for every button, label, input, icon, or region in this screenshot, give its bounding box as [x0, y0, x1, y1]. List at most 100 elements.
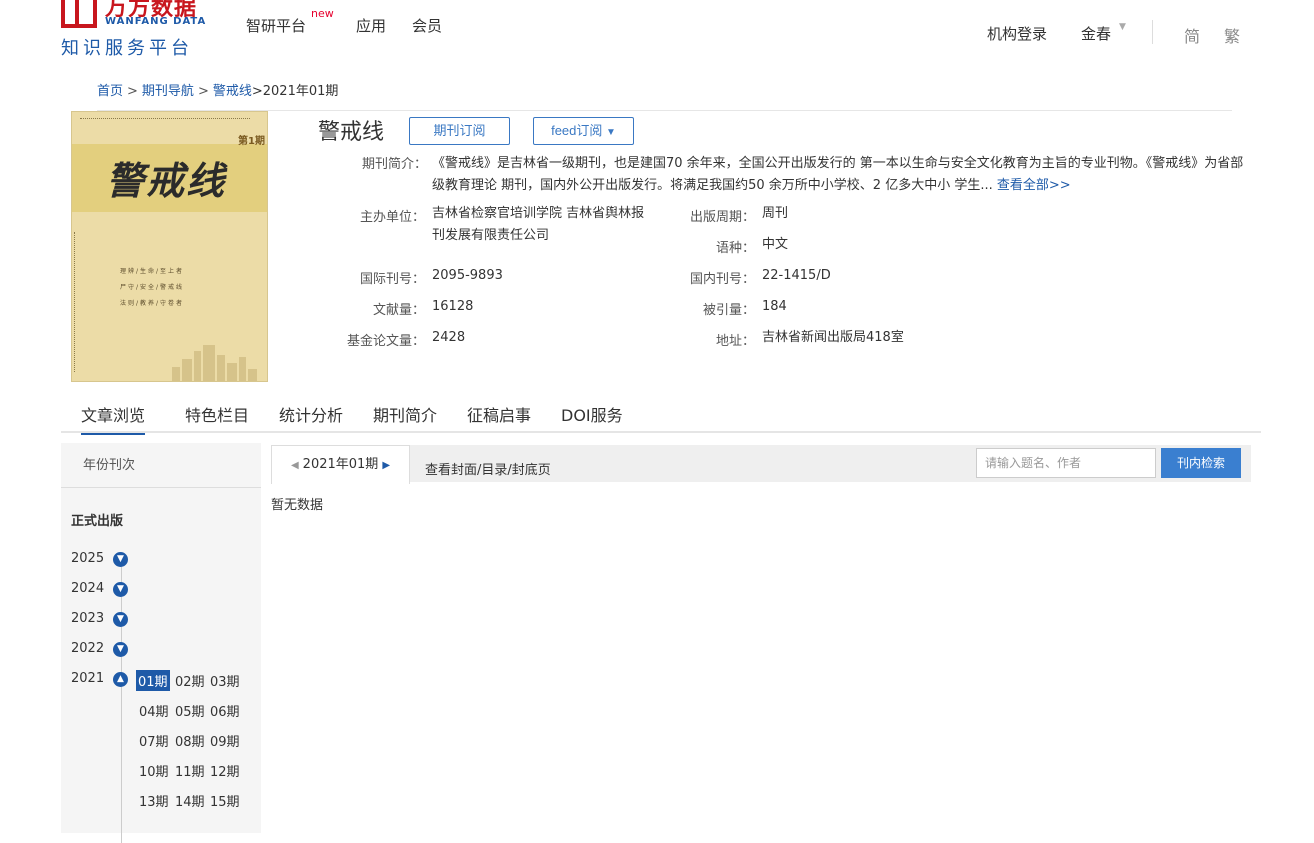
nav-zhiyan[interactable]: 智研平台: [246, 15, 306, 36]
field-value-issn: 2095-9893: [432, 268, 503, 283]
feed-label: feed订阅: [551, 123, 603, 138]
wanfang-logo[interactable]: 万方数据 WANFANG DATA 知识服务平台: [61, 0, 221, 59]
field-label: 基金论文量：: [346, 334, 425, 349]
intro-text: 《警戒线》是吉林省一级期刊，也是建国70 余年来，全国公开出版发行的 第一本以生…: [432, 153, 1244, 197]
issue-05[interactable]: 05期: [173, 700, 207, 721]
issue-02[interactable]: 02期: [173, 670, 207, 691]
city-skyline-icon: [172, 341, 262, 381]
field-value-doc-count: 16128: [432, 299, 474, 314]
journal-tabs: 文章浏览 特色栏目 统计分析 期刊简介 征稿启事 DOI服务: [61, 396, 1261, 435]
year-2021[interactable]: 2021: [71, 671, 104, 686]
year-2025[interactable]: 2025: [71, 551, 104, 566]
issue-03[interactable]: 03期: [208, 670, 242, 691]
cover-line: 尸守/安全/警戒线: [120, 284, 185, 291]
cover-spine: [74, 232, 78, 372]
subscribe-button[interactable]: 期刊订阅: [409, 117, 510, 145]
in-journal-search-button[interactable]: 刊内检索: [1161, 448, 1241, 478]
field-value-address: 吉林省新闻出版局418室: [762, 330, 904, 345]
issue-08[interactable]: 08期: [173, 730, 207, 751]
chevron-up-icon[interactable]: ▲: [113, 672, 128, 687]
field-value-cited: 184: [762, 299, 787, 314]
crumb-journal[interactable]: 警戒线: [213, 84, 252, 99]
issue-10[interactable]: 10期: [137, 760, 171, 781]
tab-call-for-papers[interactable]: 征稿启事: [467, 402, 531, 426]
issue-15[interactable]: 15期: [208, 790, 242, 811]
field-value-fund-count: 2428: [432, 330, 466, 345]
prev-issue-icon[interactable]: ◀: [291, 460, 299, 471]
field-value-language: 中文: [762, 237, 789, 252]
divider: [1152, 20, 1153, 44]
issue-06[interactable]: 06期: [208, 700, 242, 721]
cover-line: 法则/教养/守卷者: [120, 300, 185, 307]
cover-issue-mark: 第1期: [238, 136, 265, 147]
year-2023[interactable]: 2023: [71, 611, 104, 626]
field-label: 文献量：: [372, 303, 425, 318]
field-label: 国际刊号：: [359, 272, 425, 287]
year-issue-header: 年份刊次: [61, 443, 261, 488]
user-menu[interactable]: 金春: [1081, 23, 1111, 44]
crumb-current: >2021年01期: [251, 84, 339, 99]
cover-line: 理辨/生命/至上者: [120, 268, 185, 275]
field-value-sponsor: 吉林省检察官培训学院 吉林省舆林报刊发展有限责任公司: [432, 206, 645, 243]
tab-doi[interactable]: DOI服务: [561, 402, 623, 426]
chevron-down-icon[interactable]: ▼: [113, 642, 128, 657]
crumb-journals[interactable]: 期刊导航: [142, 84, 194, 99]
issue-11[interactable]: 11期: [173, 760, 207, 781]
field-label: 被引量：: [702, 303, 755, 318]
issue-12[interactable]: 12期: [208, 760, 242, 781]
tab-featured[interactable]: 特色栏目: [185, 402, 249, 426]
journal-cover[interactable]: 第1期 警戒线 理辨/生命/至上者 尸守/安全/警戒线 法则/教养/守卷者: [71, 111, 268, 382]
tab-article-browse[interactable]: 文章浏览: [81, 402, 146, 435]
breadcrumb: 首页 > 期刊导航 > 警戒线>2021年01期: [97, 84, 339, 99]
year-issue-panel: 年份刊次 正式出版 2025 ▼ 2024 ▼ 2023 ▼ 2022 ▼ 20…: [61, 443, 261, 843]
field-label: 主办单位：: [359, 210, 425, 225]
field-value-cn: 22-1415/D: [762, 268, 831, 283]
lang-simplified[interactable]: 简: [1184, 23, 1200, 47]
cover-title: 警戒线: [106, 158, 227, 203]
next-issue-icon[interactable]: ▶: [382, 460, 390, 471]
intro-label: 期刊简介：: [362, 157, 428, 172]
current-issue-label: 2021年01期: [302, 457, 379, 472]
empty-message: 暂无数据: [271, 498, 324, 513]
intro-body: 《警戒线》是吉林省一级期刊，也是建国70 余年来，全国公开出版发行的 第一本以生…: [432, 156, 1244, 193]
crumb-home[interactable]: 首页: [97, 84, 123, 99]
section-official: 正式出版: [71, 514, 124, 529]
tab-stats[interactable]: 统计分析: [279, 402, 343, 426]
logo-mark-icon: [61, 0, 97, 28]
field-label: 语种：: [715, 241, 755, 256]
field-label: 国内刊号：: [689, 272, 755, 287]
chevron-down-icon[interactable]: ▼: [113, 612, 128, 627]
issue-13[interactable]: 13期: [137, 790, 171, 811]
lang-traditional[interactable]: 繁: [1224, 23, 1240, 47]
journal-title: 警戒线: [318, 120, 385, 145]
chevron-down-icon[interactable]: ▼: [113, 582, 128, 597]
nav-apps[interactable]: 应用: [356, 15, 386, 36]
feed-subscribe-button[interactable]: feed订阅 ▼: [533, 117, 634, 145]
new-badge: new: [311, 7, 334, 20]
field-value-cycle: 周刊: [762, 206, 789, 221]
org-login-link[interactable]: 机构登录: [987, 23, 1047, 44]
issue-toolbar: ◀2021年01期▶ 查看封面/目录/封底页 刊内检索: [271, 445, 1251, 484]
year-2024[interactable]: 2024: [71, 581, 104, 596]
nav-member[interactable]: 会员: [412, 15, 442, 36]
logo-en: WANFANG DATA: [105, 16, 207, 27]
year-2022[interactable]: 2022: [71, 641, 104, 656]
issue-01[interactable]: 01期: [136, 670, 170, 691]
header: 万方数据 WANFANG DATA 知识服务平台 智研平台 new 应用 会员 …: [0, 0, 1314, 70]
tab-intro[interactable]: 期刊简介: [373, 402, 437, 426]
field-label: 出版周期：: [689, 210, 755, 225]
chevron-down-icon: ▼: [606, 127, 616, 138]
view-cover-link[interactable]: 查看封面/目录/封底页: [425, 459, 551, 478]
in-journal-search-input[interactable]: [976, 448, 1156, 478]
issue-04[interactable]: 04期: [137, 700, 171, 721]
caret-down-icon: ▼: [1119, 22, 1126, 32]
current-issue-tab[interactable]: ◀ 2021年01期 ▶: [271, 445, 410, 484]
issue-14[interactable]: 14期: [173, 790, 207, 811]
issue-09[interactable]: 09期: [208, 730, 242, 751]
logo-sub: 知识服务平台: [61, 38, 193, 59]
chevron-down-icon[interactable]: ▼: [113, 552, 128, 567]
issue-07[interactable]: 07期: [137, 730, 171, 751]
field-label: 地址：: [715, 334, 755, 349]
cover-border: [80, 118, 250, 122]
intro-more-link[interactable]: 查看全部>>: [997, 178, 1071, 193]
